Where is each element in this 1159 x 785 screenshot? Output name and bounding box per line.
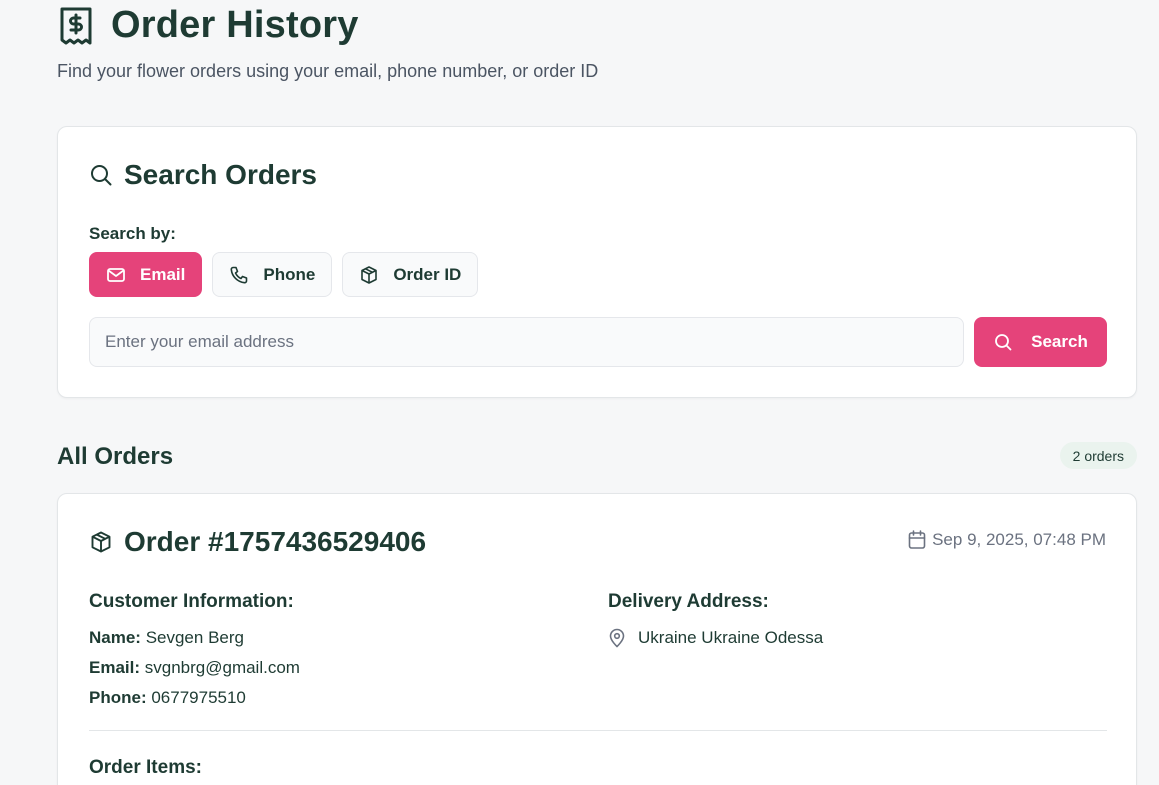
search-by-label: Search by: [89, 224, 176, 243]
customer-email-line: Email: svgnbrg@gmail.com [89, 658, 300, 678]
customer-info-heading: Customer Information: [89, 591, 294, 612]
search-orders-card: Search Orders Search by: Email Phone Ord… [57, 126, 1137, 398]
customer-phone-line: Phone: 0677975510 [89, 688, 246, 708]
search-button-label: Search [1031, 332, 1088, 351]
tab-phone-label: Phone [263, 264, 316, 284]
email-label: Email: [89, 658, 145, 677]
tab-order-id[interactable]: Order ID [342, 252, 479, 297]
tab-email[interactable]: Email [89, 252, 203, 297]
delivery-address-text: Ukraine Ukraine Odessa [638, 628, 824, 647]
customer-name-line: Name: Sevgen Berg [89, 628, 244, 648]
search-card-heading: Search Orders [89, 159, 317, 191]
delivery-address: Ukraine Ukraine Odessa [608, 628, 823, 648]
customer-email: svgnbrg@gmail.com [144, 658, 300, 677]
order-date: Sep 9, 2025, 07:48 PM [908, 530, 1106, 550]
order-divider [89, 730, 1107, 731]
receipt-dollar-icon [59, 6, 95, 46]
phone-label: Phone: [89, 688, 152, 707]
map-pin-icon [608, 628, 626, 648]
search-icon [89, 163, 113, 187]
delivery-address-heading: Delivery Address: [608, 591, 769, 612]
search-input[interactable] [89, 317, 964, 367]
tab-email-label: Email [140, 264, 186, 284]
all-orders-title: All Orders [57, 443, 174, 470]
customer-name: Sevgen Berg [145, 628, 244, 647]
search-type-tabs: Email Phone Order ID [89, 252, 479, 297]
orders-count-badge: 2 orders [1059, 442, 1137, 469]
order-history-page: Order History Find your flower orders us… [57, 0, 1137, 785]
phone-icon [229, 265, 249, 285]
search-button[interactable]: Search [974, 317, 1107, 367]
search-button-icon [993, 332, 1013, 352]
tab-phone[interactable]: Phone [212, 252, 333, 297]
customer-phone: 0677975510 [151, 688, 246, 707]
package-icon [359, 265, 379, 285]
order-items-heading: Order Items: [89, 757, 202, 778]
tab-order-id-label: Order ID [393, 264, 462, 284]
page-title: Order History [111, 4, 359, 46]
title-row: Order History [59, 4, 359, 47]
order-date-text: Sep 9, 2025, 07:48 PM [932, 530, 1106, 549]
package-icon [89, 530, 113, 554]
order-heading: Order #1757436529406 [89, 526, 426, 558]
calendar-icon [908, 530, 926, 550]
page-header: Order History Find your flower orders us… [57, 0, 1137, 120]
name-label: Name: [89, 628, 146, 647]
page-subtitle: Find your flower orders using your email… [57, 61, 599, 81]
search-card-title: Search Orders [124, 159, 317, 190]
mail-icon [106, 265, 126, 285]
order-card: Order #1757436529406 Sep 9, 2025, 07:48 … [57, 493, 1137, 785]
order-number: Order #1757436529406 [124, 526, 427, 557]
